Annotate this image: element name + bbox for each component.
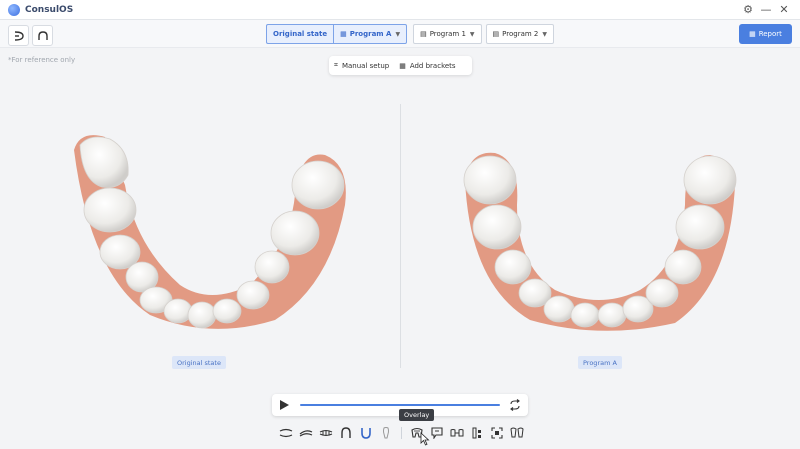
jaw-lower-button[interactable] bbox=[8, 25, 29, 46]
tooth-outline-icon bbox=[383, 427, 389, 439]
mouse-cursor-icon bbox=[420, 432, 430, 446]
lower-arch-icon bbox=[361, 428, 371, 439]
comment-button[interactable] bbox=[427, 426, 447, 440]
manual-setup-button[interactable]: ⌗ Manual setup bbox=[329, 61, 394, 70]
title-bar: ConsulOS ⚙ — ✕ bbox=[0, 0, 800, 20]
occlusion-view-button[interactable] bbox=[276, 426, 296, 440]
document-icon: ▤ bbox=[420, 30, 427, 38]
minimize-icon[interactable]: — bbox=[759, 3, 773, 17]
overlay-tooltip: Overlay bbox=[399, 409, 435, 421]
front-view-button[interactable] bbox=[316, 426, 336, 440]
lower-arch-button[interactable] bbox=[356, 426, 376, 440]
manual-setup-icon: ⌗ bbox=[334, 61, 338, 69]
upper-arch-button[interactable] bbox=[336, 426, 356, 440]
tab-program-2[interactable]: ▤ Program 2 ▼ bbox=[485, 24, 555, 44]
program-tabs: Original state ▦ Program A ▼ ▤ Program 1… bbox=[266, 24, 558, 44]
program-a-label: Program A bbox=[578, 356, 622, 369]
lower-jaw-icon bbox=[14, 31, 24, 41]
brackets-icon: ▦ bbox=[399, 61, 406, 70]
close-icon[interactable]: ✕ bbox=[777, 3, 791, 17]
ipr-teeth-icon bbox=[510, 427, 524, 438]
ruler-icon bbox=[472, 427, 481, 439]
original-arch-model[interactable] bbox=[60, 125, 360, 335]
loop-icon[interactable] bbox=[509, 399, 521, 411]
chevron-down-icon[interactable]: ▼ bbox=[470, 31, 475, 38]
original-state-label: Original state bbox=[172, 356, 226, 369]
report-icon: ▦ bbox=[749, 30, 756, 38]
report-button[interactable]: ▦ Report bbox=[739, 24, 792, 44]
view-tools bbox=[276, 426, 527, 440]
single-tooth-button[interactable] bbox=[376, 426, 396, 440]
tab-group-primary: Original state ▦ Program A ▼ bbox=[266, 24, 408, 44]
chevron-down-icon[interactable]: ▼ bbox=[395, 31, 400, 38]
app-logo-icon bbox=[8, 3, 20, 16]
left-view-button[interactable] bbox=[296, 426, 316, 440]
setup-bar: ⌗ Manual setup ▦ Add brackets bbox=[329, 56, 472, 75]
tool-separator bbox=[401, 427, 402, 439]
upper-arch-icon bbox=[38, 31, 48, 40]
attachments-button[interactable] bbox=[447, 426, 467, 440]
grid-icon: ▦ bbox=[340, 30, 347, 38]
tab-program-a[interactable]: ▦ Program A ▼ bbox=[333, 24, 408, 44]
occlusion-icon bbox=[279, 428, 293, 438]
ipr-button[interactable] bbox=[507, 426, 527, 440]
attachment-teeth-icon bbox=[450, 429, 464, 437]
add-brackets-button[interactable]: ▦ Add brackets bbox=[394, 62, 460, 70]
document-icon: ▤ bbox=[492, 30, 500, 38]
program-a-arch-model[interactable] bbox=[455, 145, 745, 335]
app-title: ConsulOS bbox=[25, 4, 74, 15]
tab-original-state[interactable]: Original state bbox=[266, 24, 334, 44]
measurement-button[interactable] bbox=[467, 426, 487, 440]
left-view-icon bbox=[299, 430, 313, 437]
fit-view-button[interactable] bbox=[487, 426, 507, 440]
fit-view-icon bbox=[491, 427, 503, 439]
upper-arch-icon bbox=[341, 427, 351, 438]
play-icon[interactable] bbox=[278, 399, 290, 411]
front-view-icon bbox=[319, 430, 333, 436]
jaw-upper-button[interactable] bbox=[32, 25, 53, 46]
chevron-down-icon[interactable]: ▼ bbox=[542, 31, 547, 38]
timeline-slider[interactable] bbox=[300, 404, 500, 406]
comment-icon bbox=[431, 427, 443, 439]
reference-note: *For reference only bbox=[8, 56, 76, 64]
settings-icon[interactable]: ⚙ bbox=[741, 3, 755, 17]
tab-program-1[interactable]: ▤ Program 1 ▼ bbox=[413, 24, 482, 44]
view-divider bbox=[400, 104, 401, 368]
